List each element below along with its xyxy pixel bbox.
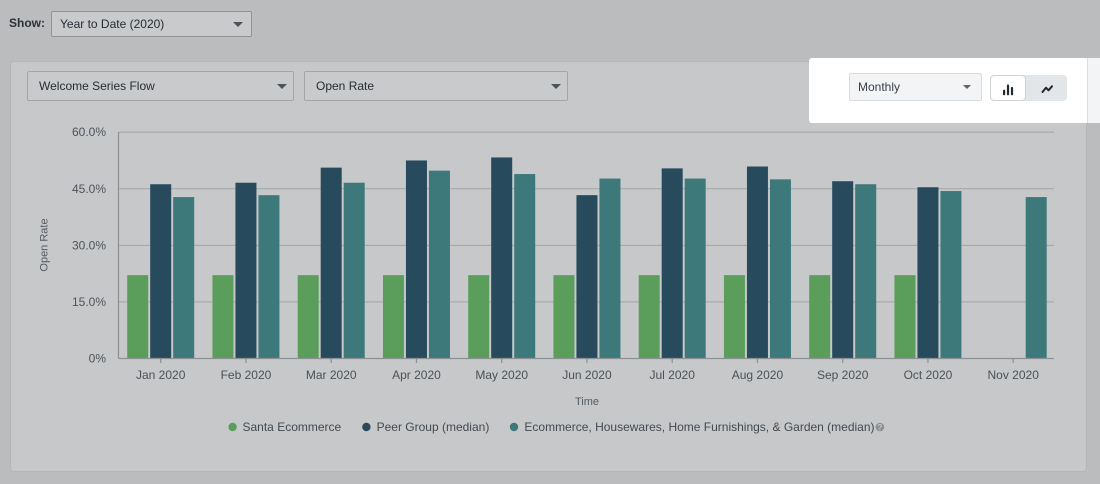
svg-text:Mar 2020: Mar 2020 <box>306 368 357 382</box>
svg-text:Feb 2020: Feb 2020 <box>221 368 272 382</box>
svg-text:Aug 2020: Aug 2020 <box>732 368 784 382</box>
svg-text:Nov 2020: Nov 2020 <box>988 368 1040 382</box>
svg-text:Open Rate: Open Rate <box>39 218 51 271</box>
svg-text:Oct 2020: Oct 2020 <box>904 368 953 382</box>
svg-text:0%: 0% <box>89 352 107 366</box>
svg-text:Ecommerce, Housewares, Home Fu: Ecommerce, Housewares, Home Furnishings,… <box>524 420 874 434</box>
svg-text:Peer Group (median): Peer Group (median) <box>377 420 490 434</box>
svg-text:Apr 2020: Apr 2020 <box>392 368 441 382</box>
svg-text:15.0%: 15.0% <box>72 295 106 309</box>
svg-text:60.0%: 60.0% <box>72 125 106 139</box>
svg-text:May 2020: May 2020 <box>475 368 528 382</box>
svg-text:Jun 2020: Jun 2020 <box>562 368 612 382</box>
svg-text:Sep 2020: Sep 2020 <box>817 368 869 382</box>
svg-text:Santa Ecommerce: Santa Ecommerce <box>243 420 342 434</box>
svg-text:45.0%: 45.0% <box>72 182 106 196</box>
svg-text:Time: Time <box>575 396 599 408</box>
svg-text:Jan 2020: Jan 2020 <box>136 368 186 382</box>
svg-text:?: ? <box>877 423 882 432</box>
svg-text:30.0%: 30.0% <box>72 238 106 252</box>
svg-text:Jul 2020: Jul 2020 <box>650 368 696 382</box>
